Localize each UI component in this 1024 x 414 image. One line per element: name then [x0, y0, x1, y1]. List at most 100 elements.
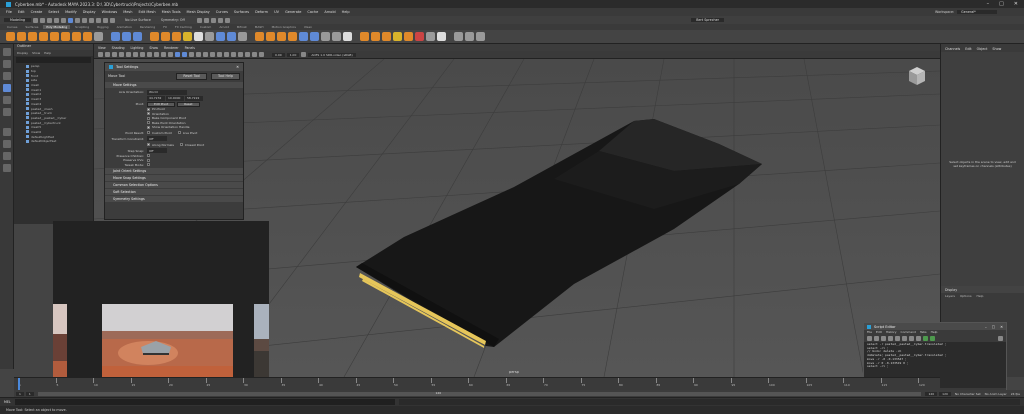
close-button[interactable]: ✕ — [1000, 325, 1003, 329]
planar-map-icon[interactable] — [371, 32, 380, 41]
super-shape-icon[interactable] — [94, 32, 103, 41]
step-snap-dropdown[interactable]: Off — [147, 148, 167, 153]
unfold-icon[interactable] — [426, 32, 435, 41]
clear-history-icon[interactable] — [888, 336, 893, 341]
script-menu-file[interactable]: File — [867, 330, 872, 335]
poly-plane-icon[interactable] — [61, 32, 70, 41]
script-history-output[interactable]: select -r pasted__pasted__Cyber.translat… — [864, 342, 1006, 370]
mirror-icon[interactable] — [194, 32, 203, 41]
preserve-children-checkbox[interactable] — [147, 154, 150, 158]
script-menu-history[interactable]: History — [886, 330, 897, 335]
script-menu-command[interactable]: Command — [901, 330, 916, 335]
circularize-icon[interactable] — [310, 32, 319, 41]
layer-menu-options[interactable]: Options — [960, 294, 972, 298]
maximize-button[interactable]: □ — [999, 1, 1004, 7]
color-space-dropdown[interactable]: ACES 1.0 SDR-video (sRGB) — [308, 52, 356, 57]
bake-component-pivot-checkbox[interactable] — [147, 116, 150, 120]
shelf-tab-surfaces[interactable]: Surfaces — [22, 25, 41, 29]
pencil-icon[interactable] — [454, 32, 463, 41]
combine-icon[interactable] — [111, 32, 120, 41]
playback-end-field[interactable]: 120 — [925, 391, 938, 396]
viewport-menu-panels[interactable]: Panels — [185, 46, 195, 50]
range-start-field[interactable]: 1 — [16, 391, 24, 396]
channel-tab-object[interactable]: Object — [977, 47, 988, 51]
layout-uv-icon[interactable] — [415, 32, 424, 41]
range-slider-bar[interactable]: 120 — [37, 391, 922, 396]
select-hierarchy-icon[interactable] — [68, 17, 73, 23]
viewport-menu-renderer[interactable]: Renderer — [164, 46, 179, 50]
viewport-menu-shading[interactable]: Shading — [112, 46, 125, 50]
isolate-select-icon[interactable] — [238, 52, 243, 57]
axis-orientation-dropdown[interactable]: World — [147, 89, 187, 95]
shelf-tab-fx-caching[interactable]: FX Caching — [172, 25, 195, 29]
four-view-icon[interactable] — [2, 140, 11, 148]
execute-all-icon[interactable] — [923, 336, 928, 341]
menu-select[interactable]: Select — [48, 10, 59, 14]
extrude-icon[interactable] — [150, 32, 159, 41]
symmetry-dropdown[interactable]: Symmetry: Off — [161, 18, 185, 22]
menu-mesh-tools[interactable]: Mesh Tools — [162, 10, 181, 14]
poke-icon[interactable] — [299, 32, 308, 41]
video-preview-panel[interactable] — [53, 221, 269, 395]
no-character-set-dropdown[interactable]: No Character Set — [955, 392, 981, 396]
menu-cache[interactable]: Cache — [307, 10, 318, 14]
quad-draw-icon[interactable] — [238, 32, 247, 41]
menu-windows[interactable]: Windows — [102, 10, 118, 14]
platonic-solid-icon[interactable] — [83, 32, 92, 41]
script-menu-help[interactable]: Help — [931, 330, 938, 335]
axis-y-field[interactable]: 10.0000 — [166, 95, 184, 101]
axis-z-field[interactable]: 58.7222 — [185, 95, 203, 101]
viewport-menu-lighting[interactable]: Lighting — [131, 46, 144, 50]
ipr-render-icon[interactable] — [203, 17, 209, 23]
film-gate-icon[interactable] — [133, 52, 138, 57]
shadows-icon[interactable] — [210, 52, 215, 57]
camera-select-icon[interactable] — [98, 52, 103, 57]
open-script-icon[interactable] — [867, 336, 872, 341]
minimize-button[interactable]: – — [987, 1, 990, 7]
display-tab[interactable]: Display — [941, 286, 1024, 293]
workspace-value[interactable]: General* — [957, 10, 998, 14]
outliner-search-input[interactable] — [16, 57, 91, 63]
shelf-tab-xgen[interactable]: XGen — [301, 25, 315, 29]
custom-pivot-radio[interactable] — [147, 131, 150, 134]
move-settings-section[interactable]: Move Settings — [105, 82, 243, 88]
menu-mesh-display[interactable]: Mesh Display — [187, 10, 210, 14]
shelf-tab-mash[interactable]: MASH — [252, 25, 267, 29]
outliner-menu-help[interactable]: Help — [44, 51, 51, 55]
shelf-tab-custom[interactable]: Custom — [197, 25, 215, 29]
range-end-field[interactable]: 120 — [939, 391, 951, 396]
hypershade-icon[interactable] — [217, 17, 223, 23]
shelf-tab-bifrost[interactable]: Bifrost — [234, 25, 250, 29]
shelf-tab-sculpting[interactable]: Sculpting — [72, 25, 92, 29]
merge-icon[interactable] — [343, 32, 352, 41]
time-slider[interactable]: 1510152025303540455055606570758085909510… — [14, 377, 940, 390]
snap-point-icon[interactable] — [103, 17, 108, 23]
field-chart-icon[interactable] — [154, 52, 159, 57]
layer-menu-layers[interactable]: Layers — [945, 294, 955, 298]
shelf-tab-poly-modeling[interactable]: Poly Modeling — [43, 25, 71, 29]
command-input[interactable] — [14, 399, 395, 405]
safe-title-icon[interactable] — [168, 52, 173, 57]
grid-icon[interactable] — [126, 52, 131, 57]
close-icon[interactable]: ✕ — [236, 65, 243, 69]
render-frame-icon[interactable] — [196, 17, 202, 23]
menu-uv[interactable]: UV — [274, 10, 279, 14]
menu-curves[interactable]: Curves — [216, 10, 228, 14]
clear-all-icon[interactable] — [902, 336, 907, 341]
bake-pivot-orientation-checkbox[interactable] — [147, 121, 150, 125]
move-snap-settings-section[interactable]: Move Snap Settings — [105, 175, 243, 181]
wedge-icon[interactable] — [288, 32, 297, 41]
exposure-field[interactable]: 0.00 — [272, 52, 285, 57]
layer-menu-help[interactable]: Help — [977, 294, 984, 298]
menu-arnold[interactable]: Arnold — [324, 10, 335, 14]
persp-outliner-icon[interactable] — [2, 152, 11, 160]
menu-surfaces[interactable]: Surfaces — [234, 10, 249, 14]
poly-sphere-icon[interactable] — [6, 32, 15, 41]
symmetry-settings-section[interactable]: Symmetry Settings — [105, 196, 243, 202]
menu-file[interactable]: File — [6, 10, 12, 14]
along-normals-radio[interactable] — [147, 143, 150, 146]
shelf-tab-animation[interactable]: Animation — [114, 25, 135, 29]
append-polygon-icon[interactable] — [277, 32, 286, 41]
orientation-checkbox[interactable] — [147, 112, 150, 116]
reset-pivot-button[interactable]: Reset — [177, 101, 200, 107]
